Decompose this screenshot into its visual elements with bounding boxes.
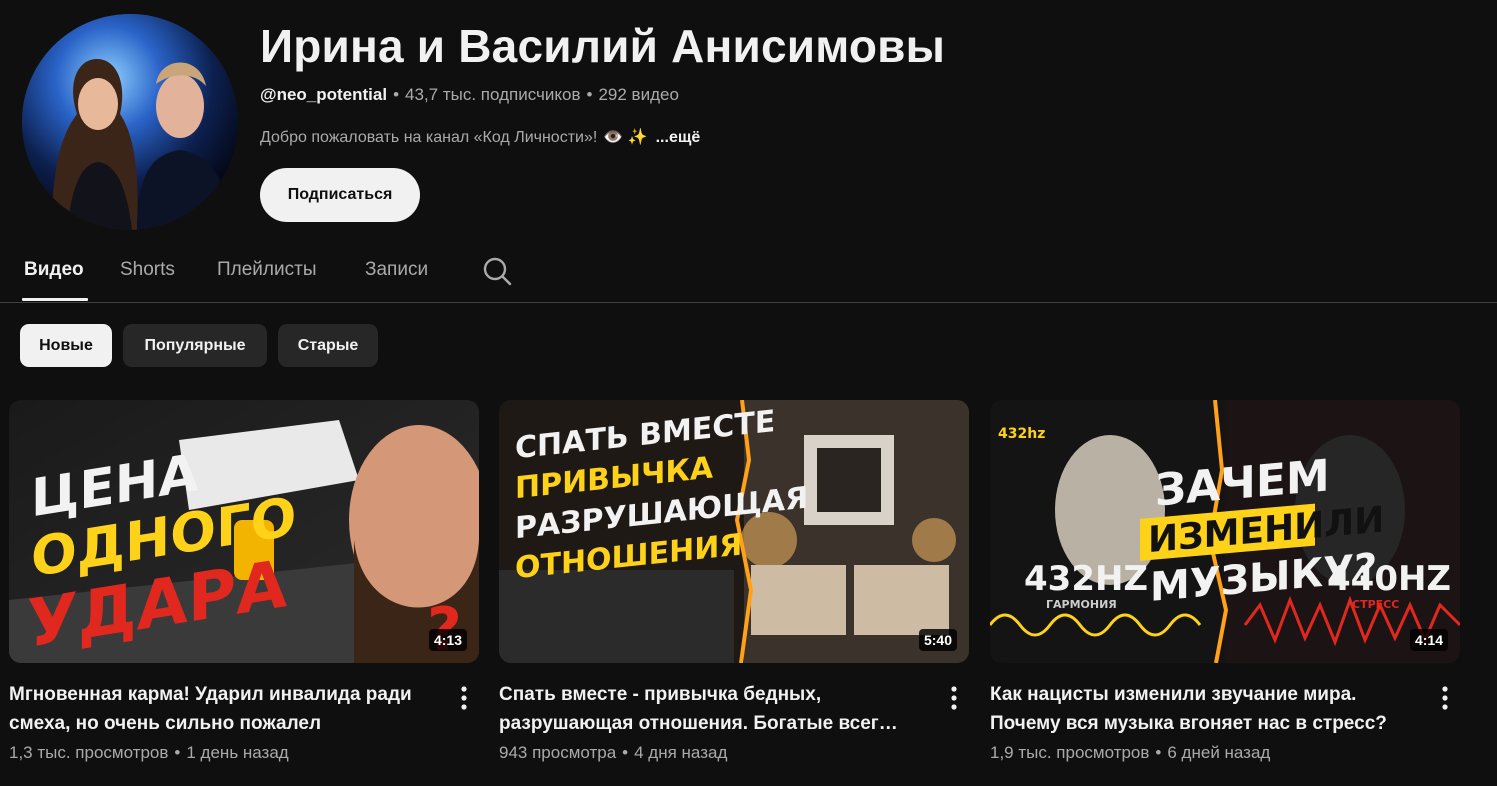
video-card[interactable]: СПАТЬ ВМЕСТЕ ПРИВЫЧКА РАЗРУШАЮЩАЯ ОТНОШЕ… [499, 400, 969, 762]
video-thumbnail[interactable]: 432hz ЗАЧЕМ ИЗМЕНИЛИ МУЗЫКУ? 432HZ ГАРМО… [990, 400, 1460, 663]
video-title[interactable]: Как нацисты изменили звучание мира. Поче… [990, 680, 1410, 738]
video-title[interactable]: Мгновенная карма! Ударил инвалида ради с… [9, 680, 429, 738]
subscriber-count: 43,7 тыс. подписчиков [405, 85, 581, 104]
tab-videos[interactable]: Видео [24, 258, 84, 282]
separator-dot: • [586, 85, 593, 104]
more-options-icon[interactable] [943, 684, 965, 712]
tabs-divider [0, 302, 1497, 303]
video-card[interactable]: 432hz ЗАЧЕМ ИЗМЕНИЛИ МУЗЫКУ? 432HZ ГАРМО… [990, 400, 1460, 762]
chip-popular[interactable]: Популярные [123, 324, 267, 367]
view-count: 943 просмотра [499, 743, 617, 762]
channel-title: Ирина и Василий Анисимовы [260, 20, 946, 72]
upload-age: 1 день назад [186, 743, 289, 762]
more-options-icon[interactable] [453, 684, 475, 712]
separator-dot: • [1155, 743, 1162, 762]
chip-newest[interactable]: Новые [20, 324, 112, 367]
active-tab-indicator [22, 298, 88, 301]
description-emojis: 👁️ ✨ [603, 129, 648, 146]
video-duration: 5:40 [918, 629, 957, 651]
video-meta: 1,9 тыс. просмотров • 6 дней назад [990, 743, 1270, 763]
thumb-text: ГАРМОНИЯ [1046, 598, 1117, 611]
upload-age: 4 дня назад [634, 743, 728, 762]
view-count: 1,3 тыс. просмотров [9, 743, 169, 762]
channel-avatar[interactable] [22, 14, 238, 230]
separator-dot: • [622, 743, 629, 762]
separator-dot: • [174, 743, 181, 762]
video-duration: 4:14 [1409, 629, 1448, 651]
channel-meta: @neo_potential • 43,7 тыс. подписчиков • 292… [260, 84, 679, 106]
search-icon[interactable] [482, 256, 512, 286]
thumb-text: 432hz [998, 426, 1045, 442]
description-text: Добро пожаловать на канал «Код Личности»… [260, 129, 598, 146]
thumb-text: 440HZ [1327, 559, 1451, 599]
video-thumbnail[interactable]: СПАТЬ ВМЕСТЕ ПРИВЫЧКА РАЗРУШАЮЩАЯ ОТНОШЕ… [499, 400, 969, 663]
view-count: 1,9 тыс. просмотров [990, 743, 1150, 762]
thumb-text: 432HZ [1024, 559, 1148, 599]
tab-posts[interactable]: Записи [365, 258, 428, 282]
video-count: 292 видео [598, 85, 679, 104]
channel-handle[interactable]: @neo_potential [260, 85, 387, 104]
video-meta: 943 просмотра • 4 дня назад [499, 743, 727, 763]
video-thumbnail[interactable]: ЦЕНА ОДНОГО УДАРА ? 4:13 [9, 400, 479, 663]
video-meta: 1,3 тыс. просмотров • 1 день назад [9, 743, 289, 763]
tab-playlists[interactable]: Плейлисты [217, 258, 316, 282]
video-card[interactable]: ЦЕНА ОДНОГО УДАРА ? 4:13 Мгновенная карм… [9, 400, 479, 762]
tab-shorts[interactable]: Shorts [120, 258, 175, 282]
more-options-icon[interactable] [1434, 684, 1456, 712]
thumb-text: СТРЕСС [1352, 598, 1399, 611]
chip-oldest[interactable]: Старые [278, 324, 378, 367]
separator-dot: • [393, 85, 400, 104]
video-duration: 4:13 [428, 629, 467, 651]
channel-description[interactable]: Добро пожаловать на канал «Код Личности»… [260, 127, 700, 149]
more-link[interactable]: ...ещё [656, 129, 701, 146]
channel-tabs: Видео Shorts Плейлисты Записи [0, 244, 1497, 302]
video-title[interactable]: Спать вместе - привычка бедных, разрушаю… [499, 680, 919, 738]
subscribe-button[interactable]: Подписаться [260, 168, 420, 222]
upload-age: 6 дней назад [1167, 743, 1271, 762]
